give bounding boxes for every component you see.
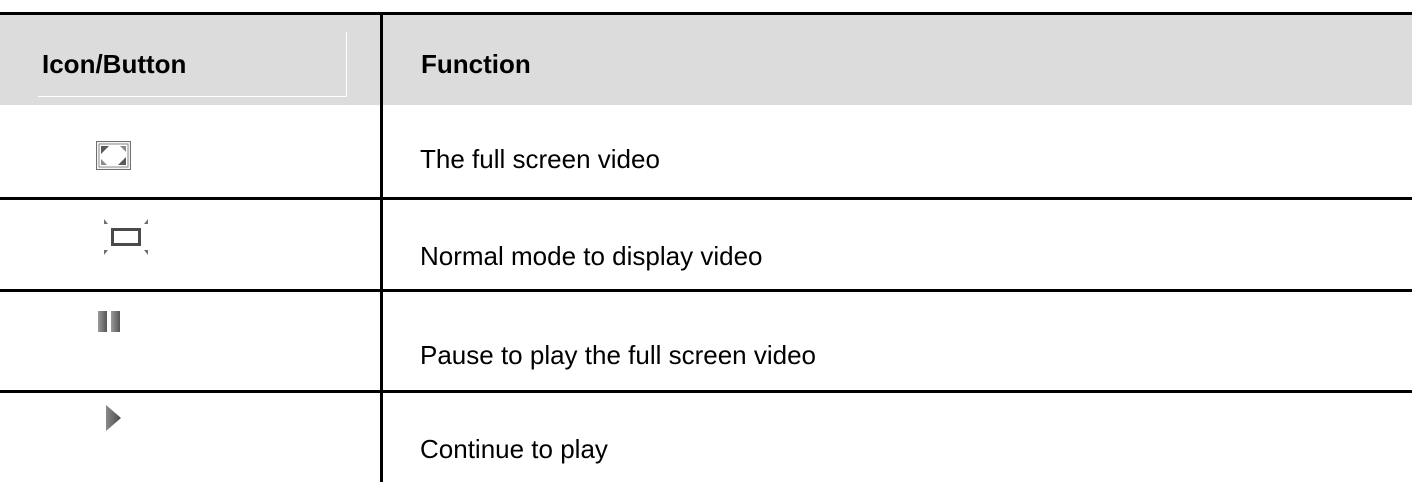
table-row: Continue to play (0, 393, 1412, 482)
normal-mode-icon (104, 219, 148, 255)
header-cell-underline (38, 96, 347, 97)
fullscreen-icon (96, 141, 131, 170)
table-header (0, 14, 1412, 105)
table-row: The full screen video (0, 105, 1412, 199)
column-header-function: Function (421, 49, 531, 79)
icon-function-table: Icon/Button Function The full screen vid… (0, 0, 1412, 482)
table-row: Normal mode to display video (0, 200, 1412, 291)
icon-cell (0, 200, 380, 291)
play-icon (106, 405, 121, 431)
table-top-border (0, 12, 1412, 15)
table-row: Pause to play the full screen video (0, 292, 1412, 390)
function-text: Normal mode to display video (420, 241, 763, 271)
column-divider (380, 14, 383, 482)
icon-cell (0, 105, 380, 199)
icon-cell (0, 292, 380, 390)
function-text: Continue to play (420, 434, 608, 464)
column-header-icon-button: Icon/Button (42, 49, 187, 79)
header-cell-divider (346, 32, 347, 96)
icon-cell (0, 393, 380, 482)
function-text: The full screen video (420, 144, 660, 174)
function-text: Pause to play the full screen video (420, 340, 817, 370)
pause-icon (98, 311, 120, 332)
